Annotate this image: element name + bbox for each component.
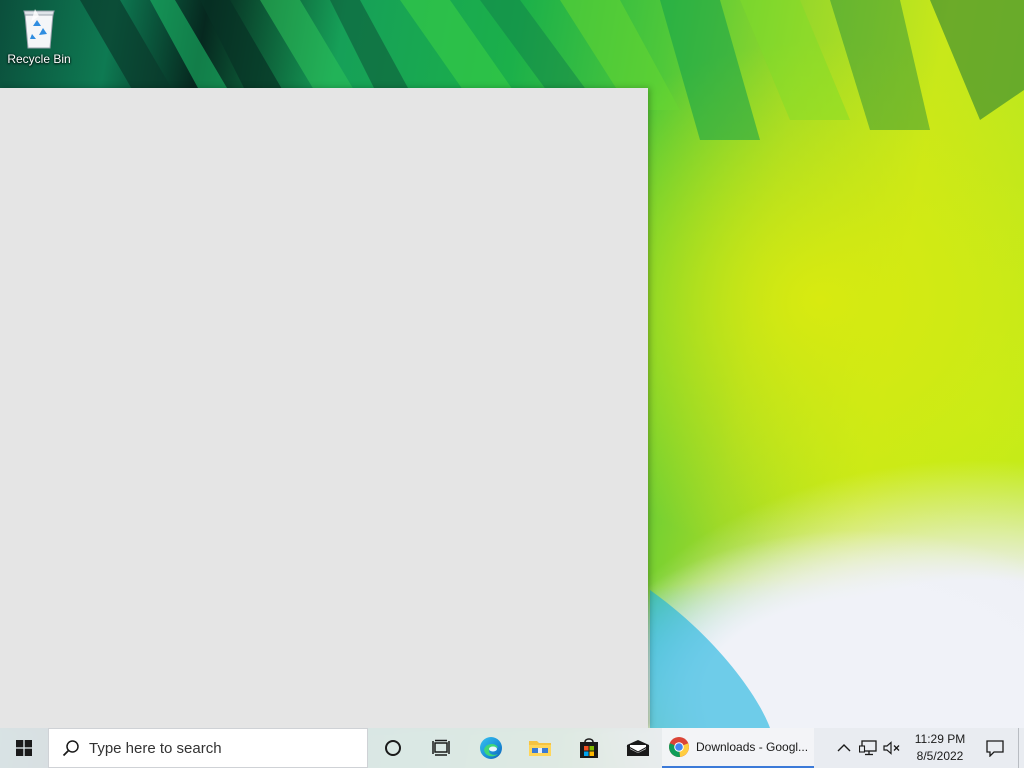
search-placeholder: Type here to search <box>89 739 222 757</box>
task-view-button[interactable] <box>417 728 466 768</box>
network-button[interactable] <box>856 728 880 768</box>
mail-icon <box>626 740 649 756</box>
clock-time: 11:29 PM <box>914 732 966 746</box>
store-bag-icon <box>579 738 598 758</box>
recycle-bin-shortcut[interactable]: Recycle Bin <box>4 6 74 66</box>
windows-logo-icon <box>16 740 32 756</box>
recycle-bin-icon <box>23 9 55 49</box>
network-icon <box>859 740 877 756</box>
taskbar: Type here to search Downloads - Googl...… <box>0 728 1024 768</box>
notification-icon <box>986 739 1004 757</box>
chrome-task-label: Downloads - Googl... <box>696 740 809 754</box>
folder-icon <box>528 741 551 756</box>
chrome-icon <box>669 737 689 757</box>
store-button[interactable] <box>564 728 613 768</box>
action-center-button[interactable] <box>972 728 1018 768</box>
show-desktop-button[interactable] <box>1018 728 1024 768</box>
mail-button[interactable] <box>613 728 662 768</box>
volume-button[interactable] <box>880 728 904 768</box>
system-tray: 11:29 PM 8/5/2022 <box>832 728 1024 768</box>
start-button[interactable] <box>0 728 48 768</box>
cortana-button[interactable] <box>368 728 417 768</box>
volume-muted-icon <box>883 741 900 755</box>
search-input[interactable]: Type here to search <box>48 728 368 768</box>
cortana-circle-icon <box>384 740 401 756</box>
edge-button[interactable] <box>466 728 515 768</box>
edge-icon <box>479 737 502 759</box>
clock-date: 8/5/2022 <box>916 749 964 763</box>
clock[interactable]: 11:29 PM 8/5/2022 <box>908 728 972 768</box>
show-hidden-icons-button[interactable] <box>832 728 856 768</box>
taskbar-item-chrome-downloads[interactable]: Downloads - Googl... <box>662 728 814 768</box>
blank-window[interactable] <box>0 88 648 728</box>
chevron-up-icon <box>837 744 851 752</box>
search-icon <box>59 736 83 760</box>
file-explorer-button[interactable] <box>515 728 564 768</box>
recycle-bin-label: Recycle Bin <box>7 52 71 66</box>
task-view-icon <box>431 739 450 756</box>
